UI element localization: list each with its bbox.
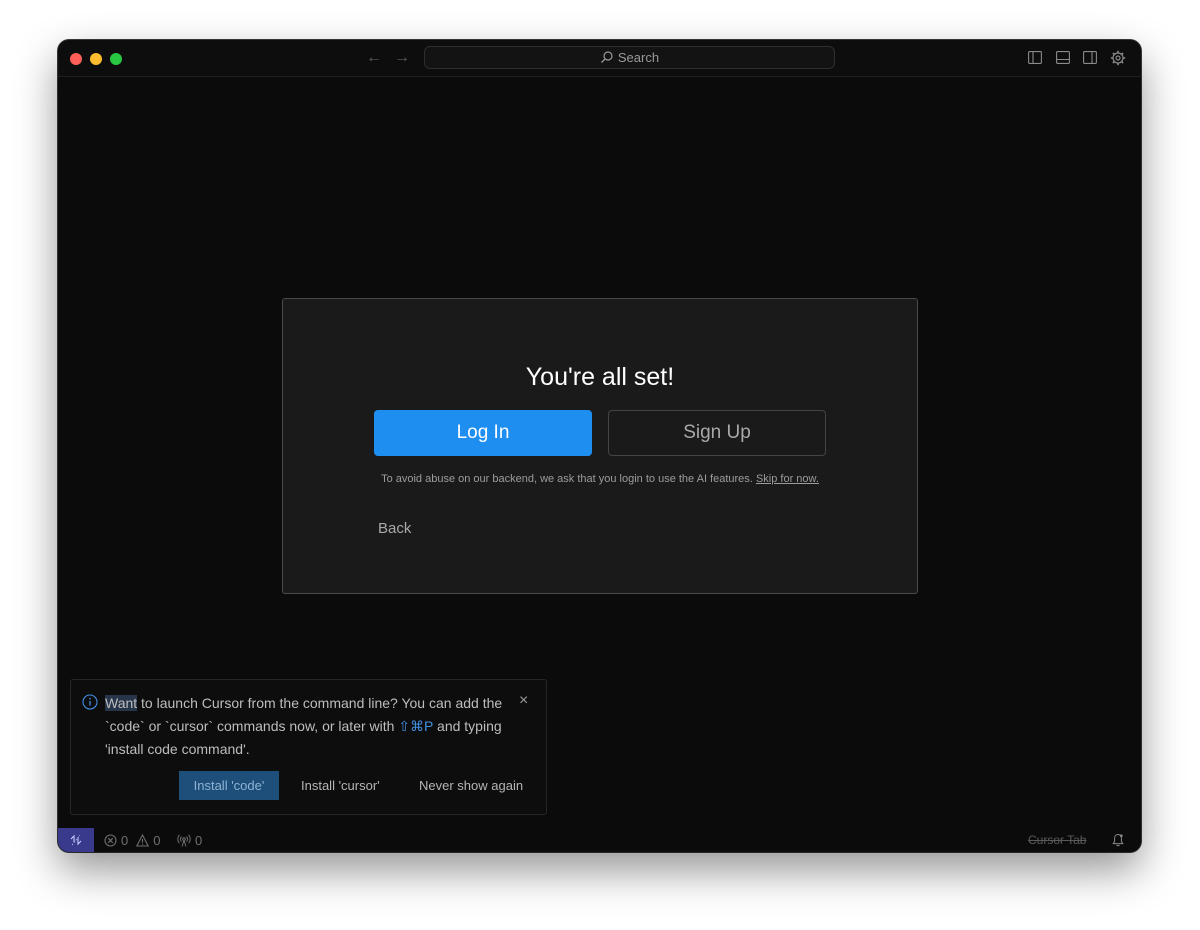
errors-count: 0	[121, 833, 129, 848]
keyboard-shortcut: ⇧⌘P	[398, 718, 434, 734]
warnings-count: 0	[153, 833, 161, 848]
info-icon	[82, 694, 98, 710]
app-window: ← → Search You're all set! Log In Sign U…	[58, 40, 1141, 852]
search-icon	[600, 51, 613, 63]
ports-count: 0	[195, 833, 203, 848]
close-icon[interactable]: ×	[519, 693, 528, 709]
gear-icon[interactable]	[1110, 50, 1126, 66]
remote-indicator-icon	[70, 834, 82, 846]
minimize-window-button[interactable]	[90, 53, 102, 65]
titlebar: ← → Search	[58, 40, 1141, 77]
signup-button[interactable]: Sign Up	[608, 410, 826, 456]
broadcast-icon	[177, 834, 191, 847]
search-label: Search	[617, 50, 660, 65]
toggle-secondary-sidebar-icon[interactable]	[1083, 51, 1097, 64]
zoom-window-button[interactable]	[110, 53, 122, 65]
onboarding-dialog: You're all set! Log In Sign Up To avoid …	[282, 298, 918, 594]
forward-arrow-icon[interactable]: →	[394, 49, 410, 67]
bell-icon[interactable]	[1112, 833, 1124, 847]
ports-indicator[interactable]: 0	[177, 833, 202, 848]
login-button[interactable]: Log In	[374, 410, 592, 456]
login-notice: To avoid abuse on our backend, we ask th…	[283, 473, 917, 485]
cursor-tab-status[interactable]: Cursor Tab	[1028, 833, 1086, 847]
problems-indicator[interactable]: 0 0	[104, 833, 160, 848]
toggle-panel-icon[interactable]	[1056, 51, 1070, 64]
toast-message: Want to launch Cursor from the command l…	[105, 692, 510, 761]
close-window-button[interactable]	[70, 53, 82, 65]
dialog-title: You're all set!	[525, 363, 675, 391]
error-icon	[104, 834, 117, 847]
notice-text: To avoid abuse on our backend, we ask th…	[381, 473, 753, 485]
toggle-primary-sidebar-icon[interactable]	[1028, 51, 1042, 64]
remote-indicator[interactable]	[58, 828, 94, 852]
skip-for-now-link[interactable]: Skip for now.	[756, 473, 819, 485]
install-cursor-button[interactable]: Install 'cursor'	[301, 771, 380, 800]
command-center-search[interactable]: Search	[424, 46, 835, 69]
toast-highlight: Want	[105, 695, 138, 711]
never-show-again-button[interactable]: Never show again	[419, 771, 523, 800]
install-code-button[interactable]: Install 'code'	[179, 771, 279, 800]
notification-toast: Want to launch Cursor from the command l…	[70, 679, 547, 815]
warning-icon	[136, 834, 150, 847]
back-button[interactable]: Back	[378, 520, 411, 537]
status-bar: 0 0 0 Cursor Tab	[58, 828, 1141, 852]
back-arrow-icon[interactable]: ←	[366, 49, 382, 67]
